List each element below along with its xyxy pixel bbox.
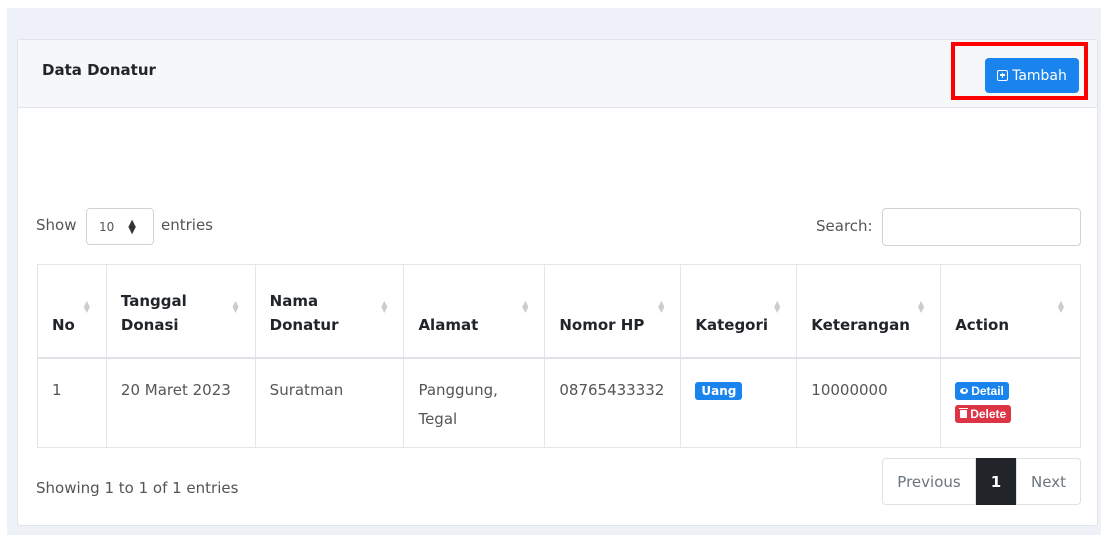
donatur-table: No ▲ ▼ Tanggal Donasi ▲ ▼ Nama Donatur ▲ ▼ Ala… — [37, 264, 1081, 448]
column-header-keterangan[interactable]: Keterangan ▲ ▼ — [796, 264, 942, 359]
column-header-tanggal[interactable]: Tanggal Donasi ▲ ▼ — [105, 264, 256, 359]
sort-icon: ▲ ▼ — [658, 299, 665, 314]
entries-select[interactable]: 10 ▲ ▼ — [86, 208, 154, 245]
column-header-label: Nama Donatur — [269, 291, 339, 334]
delete-button[interactable]: Delete — [955, 404, 1012, 423]
column-header-label: Alamat — [418, 315, 479, 334]
table-info: Showing 1 to 1 of 1 entries — [36, 479, 239, 497]
card-header: Data Donatur Tambah — [18, 40, 1097, 108]
entries-select-value: 10 — [99, 219, 115, 234]
detail-button[interactable]: Detail — [955, 381, 1009, 400]
cell-nama: Suratman — [254, 357, 405, 448]
search-input[interactable] — [882, 208, 1081, 246]
cell-kategori: Uang — [680, 357, 798, 448]
sort-icon: ▲ ▼ — [232, 299, 239, 314]
eye-icon — [960, 387, 969, 394]
sort-icon: ▲ ▼ — [83, 299, 90, 314]
next-page-button[interactable]: Next — [1016, 458, 1081, 505]
tambah-button[interactable]: Tambah — [985, 58, 1079, 93]
table-row: 1 20 Maret 2023 Suratman Panggung, Tegal… — [37, 357, 1081, 448]
pagination: Previous 1 Next — [882, 458, 1081, 505]
column-header-label: Action — [955, 315, 1009, 334]
trash-icon — [959, 407, 969, 418]
column-header-label: Nomor HP — [559, 315, 645, 334]
delete-button-label: Delete — [970, 406, 1007, 421]
sort-icon: ▲ ▼ — [774, 299, 781, 314]
sort-icon: ▲ ▼ — [1057, 299, 1064, 314]
tambah-button-label: Tambah — [1012, 67, 1067, 84]
sort-icon: ▲ ▼ — [522, 299, 529, 314]
detail-button-label: Detail — [971, 383, 1004, 398]
column-header-no[interactable]: No ▲ ▼ — [37, 264, 107, 359]
page-1-button[interactable]: 1 — [976, 458, 1016, 505]
column-header-action[interactable]: Action ▲ ▼ — [940, 264, 1081, 359]
sort-icon: ▲ ▼ — [381, 299, 388, 314]
column-header-nama[interactable]: Nama Donatur ▲ ▼ — [254, 264, 405, 359]
column-header-alamat[interactable]: Alamat ▲ ▼ — [403, 264, 546, 359]
show-label: Show — [36, 216, 77, 234]
column-header-label: Tanggal Donasi — [120, 291, 187, 334]
cell-no: 1 — [37, 357, 107, 448]
table-header-row: No ▲ ▼ Tanggal Donasi ▲ ▼ Nama Donatur ▲ ▼ Ala… — [37, 264, 1081, 359]
search-label: Search: — [816, 217, 873, 235]
entries-label: entries — [161, 216, 213, 234]
cell-nomor-hp: 08765433332 — [544, 357, 682, 448]
cell-keterangan: 10000000 — [796, 357, 942, 448]
column-header-label: Kategori — [695, 315, 769, 334]
column-header-nomor-hp[interactable]: Nomor HP ▲ ▼ — [544, 264, 682, 359]
previous-page-button[interactable]: Previous — [882, 458, 976, 505]
plus-square-icon — [997, 70, 1009, 81]
cell-tanggal: 20 Maret 2023 — [105, 357, 256, 448]
sort-icon: ▲ ▼ — [918, 299, 925, 314]
column-header-label: Keterangan — [811, 315, 910, 334]
card-title: Data Donatur — [42, 61, 156, 79]
kategori-badge: Uang — [695, 381, 743, 400]
cell-action: Detail Delete — [940, 357, 1081, 448]
cell-alamat: Panggung, Tegal — [403, 357, 546, 448]
column-header-label: No — [52, 315, 75, 334]
select-arrows-icon: ▲ ▼ — [128, 217, 136, 236]
column-header-kategori[interactable]: Kategori ▲ ▼ — [680, 264, 798, 359]
